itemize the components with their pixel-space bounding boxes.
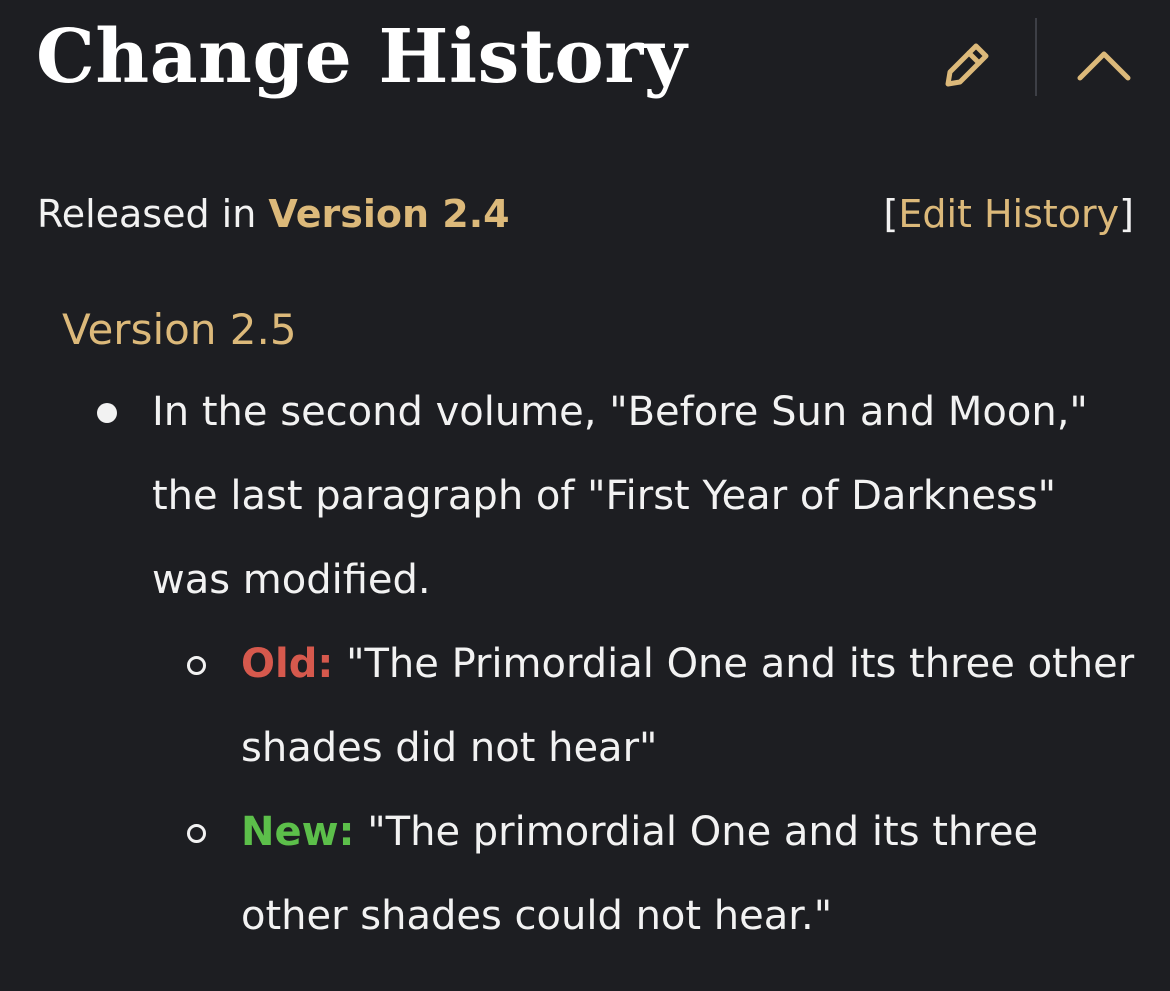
- old-label: Old:: [241, 641, 334, 687]
- pencil-icon: [945, 43, 989, 87]
- release-info: Released in Version 2.4: [37, 188, 510, 240]
- edit-history-link[interactable]: Edit History: [898, 192, 1119, 236]
- section-title: Change History: [36, 14, 688, 100]
- old-text-item: Old: "The Primordial One and its three o…: [241, 622, 1141, 790]
- chevron-up-icon: [1077, 51, 1131, 81]
- sub-bullet-ring: [187, 824, 206, 843]
- version-heading: Version 2.5: [62, 305, 297, 354]
- edit-history-bracket-open: [: [883, 192, 899, 236]
- sub-bullet-ring: [187, 656, 206, 675]
- new-label: New:: [241, 809, 355, 855]
- old-text: "The Primordial One and its three other …: [241, 641, 1135, 771]
- edit-button[interactable]: [932, 28, 1004, 100]
- new-text: "The primordial One and its three other …: [241, 809, 1039, 939]
- edit-history: [Edit History]: [883, 188, 1134, 240]
- new-text-item: New: "The primordial One and its three o…: [241, 790, 1141, 958]
- edit-history-bracket-close: ]: [1119, 192, 1134, 236]
- change-description: In the second volume, "Before Sun and Mo…: [152, 389, 1088, 603]
- header-divider: [1035, 18, 1037, 96]
- section-header: Change History: [0, 0, 1170, 120]
- collapse-button[interactable]: [1068, 28, 1140, 100]
- release-prefix: Released in: [37, 192, 257, 236]
- release-version: Version 2.4: [268, 192, 510, 236]
- bullet-dot: [97, 403, 117, 423]
